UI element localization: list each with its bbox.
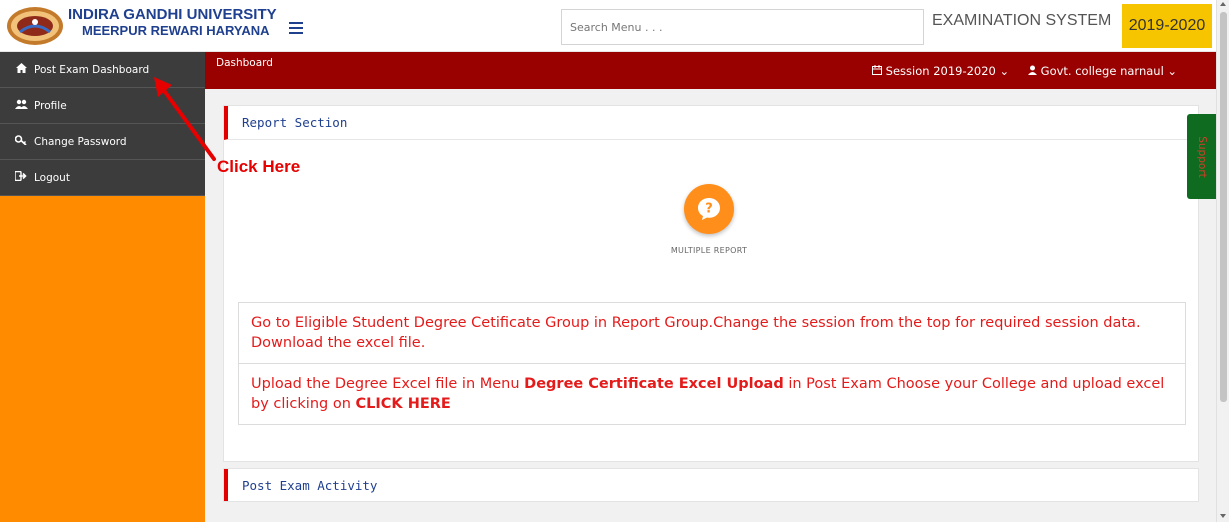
support-label: Support bbox=[1196, 135, 1209, 178]
session-dropdown[interactable]: Session 2019-2020 ⌄ bbox=[872, 64, 1009, 78]
post-exam-activity-panel: Post Exam Activity bbox=[223, 468, 1199, 502]
degree-upload-menu-name: Degree Certificate Excel Upload bbox=[524, 376, 784, 392]
chevron-down-icon: ⌄ bbox=[1167, 64, 1178, 78]
main-content: Report Section ? MULTIPLE REPORT Go to E… bbox=[205, 89, 1216, 522]
svg-text:?: ? bbox=[705, 202, 713, 217]
key-icon bbox=[14, 135, 28, 148]
users-icon bbox=[14, 99, 28, 112]
scroll-thumb[interactable] bbox=[1220, 12, 1227, 402]
scroll-down-icon[interactable] bbox=[1220, 514, 1226, 518]
university-name: INDIRA GANDHI UNIVERSITY MEERPUR REWARI … bbox=[68, 7, 277, 39]
page-header-bar: Dashboard Session 2019-2020 ⌄ Govt. coll… bbox=[205, 52, 1216, 89]
annotation-click-here: Click Here bbox=[217, 157, 301, 176]
home-icon bbox=[14, 63, 28, 76]
instruction-note-upload: Upload the Degree Excel file in Menu Deg… bbox=[239, 363, 1185, 424]
calendar-icon bbox=[872, 64, 886, 78]
search-menu-input[interactable] bbox=[561, 9, 924, 45]
sidebar-item-logout[interactable]: Logout bbox=[0, 160, 205, 196]
annotation-arrow-icon bbox=[154, 77, 216, 161]
session-label: Session 2019-2020 bbox=[885, 64, 996, 78]
university-name-line1: INDIRA GANDHI UNIVERSITY bbox=[68, 6, 277, 23]
year-badge: 2019-2020 bbox=[1122, 4, 1212, 48]
university-logo bbox=[7, 7, 63, 45]
post-exam-activity-title: Post Exam Activity bbox=[224, 469, 1198, 501]
note-text: Upload the Degree Excel file in Menu bbox=[251, 376, 525, 392]
support-tab[interactable]: Support bbox=[1187, 114, 1217, 199]
scroll-up-icon[interactable] bbox=[1220, 2, 1226, 6]
top-header: INDIRA GANDHI UNIVERSITY MEERPUR REWARI … bbox=[0, 0, 1216, 52]
multiple-report-label: MULTIPLE REPORT bbox=[670, 246, 748, 255]
sidebar-item-label: Logout bbox=[34, 171, 70, 184]
sidebar-item-label: Profile bbox=[34, 99, 67, 112]
menu-toggle-icon[interactable] bbox=[289, 22, 303, 34]
university-name-line2: MEERPUR REWARI HARYANA bbox=[82, 23, 270, 38]
instruction-note-download: Go to Eligible Student Degree Cetificate… bbox=[251, 315, 1141, 351]
user-dropdown[interactable]: Govt. college narnaul ⌄ bbox=[1028, 64, 1177, 78]
user-icon bbox=[1028, 64, 1041, 78]
report-section-panel: Report Section ? MULTIPLE REPORT Go to E… bbox=[223, 105, 1199, 462]
system-title: EXAMINATION SYSTEM bbox=[932, 12, 1112, 29]
sign-out-icon bbox=[14, 170, 28, 184]
page-scrollbar[interactable] bbox=[1216, 0, 1229, 522]
report-section-title: Report Section bbox=[224, 106, 1198, 140]
sidebar-item-label: Post Exam Dashboard bbox=[34, 63, 150, 76]
user-label: Govt. college narnaul bbox=[1040, 64, 1164, 78]
instruction-notes: Go to Eligible Student Degree Cetificate… bbox=[238, 302, 1186, 425]
sidebar-item-label: Change Password bbox=[34, 135, 127, 148]
question-bubble-icon: ? bbox=[698, 198, 720, 220]
chevron-down-icon: ⌄ bbox=[999, 64, 1010, 78]
multiple-report-button[interactable]: ? bbox=[684, 184, 734, 234]
breadcrumb[interactable]: Dashboard bbox=[216, 57, 273, 69]
click-here-link[interactable]: CLICK HERE bbox=[356, 396, 451, 412]
